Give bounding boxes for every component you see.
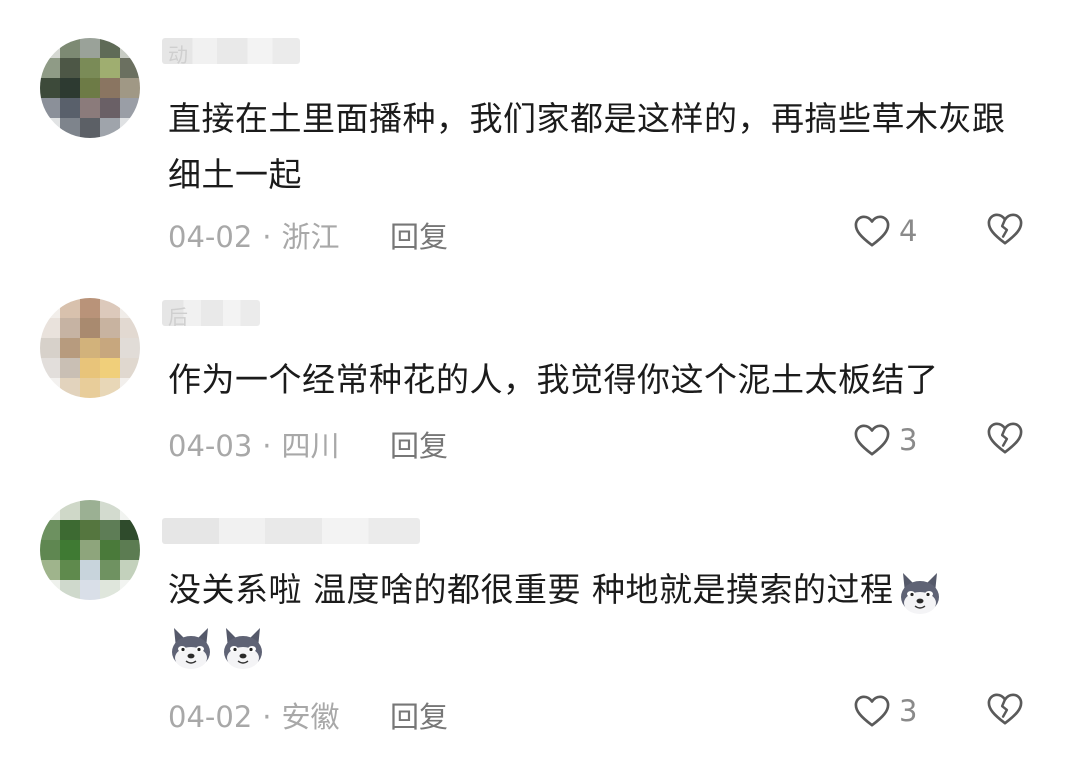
comment-text: 直接在土里面播种，我们家都是这样的，再搞些草木灰跟细土一起 <box>168 99 1006 194</box>
avatar[interactable] <box>40 298 140 398</box>
like-button[interactable]: 4 <box>853 211 933 251</box>
comment-item: 后 作为一个经常种花的人，我觉得你这个泥土太板结了 04-03 · 四川 回复 3 <box>0 298 1080 468</box>
heart-outline-icon <box>854 215 890 247</box>
comment-date: 04-03 <box>168 429 253 463</box>
like-count: 3 <box>899 694 918 728</box>
meta-separator: · <box>262 220 272 254</box>
comment-location: 四川 <box>281 429 340 463</box>
avatar[interactable] <box>40 38 140 138</box>
meta-separator: · <box>262 700 272 734</box>
comment-date: 04-02 <box>168 700 253 734</box>
like-button[interactable]: 3 <box>853 691 933 731</box>
meta-separator: · <box>262 429 272 463</box>
heart-outline-icon <box>854 695 890 727</box>
username-blurred[interactable]: 后 <box>162 300 260 329</box>
like-count: 3 <box>899 423 918 457</box>
comment-location: 浙江 <box>281 220 340 254</box>
reply-button[interactable]: 回复 <box>390 423 448 465</box>
broken-heart-icon <box>987 693 1023 725</box>
comment-location: 安徽 <box>281 700 340 734</box>
comment-meta: 04-02 · 浙江 回复 <box>168 214 568 256</box>
reply-button[interactable]: 回复 <box>390 694 448 736</box>
broken-heart-icon <box>987 213 1023 245</box>
husky-dog-emoji-icon <box>166 622 216 672</box>
comment-meta: 04-02 · 安徽 回复 <box>168 694 568 736</box>
like-button[interactable]: 3 <box>853 420 933 460</box>
husky-dog-emoji-icon <box>218 622 268 672</box>
comment-item: 没关系啦 温度啥的都很重要 种地就是摸索的过程 04-02 · 安徽 回复 3 <box>0 498 1080 748</box>
username-blurred[interactable]: 动 <box>162 38 300 67</box>
comment-text: 没关系啦 温度啥的都很重要 种地就是摸索的过程 <box>168 562 998 618</box>
dislike-button[interactable] <box>986 420 1026 460</box>
like-count: 4 <box>899 214 918 248</box>
avatar[interactable] <box>40 500 140 600</box>
broken-heart-icon <box>987 422 1023 454</box>
comment-text: 作为一个经常种花的人，我觉得你这个泥土太板结了 <box>168 360 939 399</box>
emoji-row <box>166 622 268 672</box>
comment-meta: 04-03 · 四川 回复 <box>168 423 568 465</box>
dislike-button[interactable] <box>986 211 1026 251</box>
username-hint: 动 <box>168 43 188 67</box>
comment-item: 动 直接在土里面播种，我们家都是这样的，再搞些草木灰跟细土一起 04-02 · 浙江… <box>0 38 1080 258</box>
husky-dog-emoji-icon <box>895 567 945 617</box>
comment-date: 04-02 <box>168 220 253 254</box>
username-blurred[interactable] <box>162 518 420 544</box>
dislike-button[interactable] <box>986 691 1026 731</box>
comment-text-body: 没关系啦 温度啥的都很重要 种地就是摸索的过程 <box>168 570 894 609</box>
reply-button[interactable]: 回复 <box>390 214 448 256</box>
heart-outline-icon <box>854 424 890 456</box>
username-hint: 后 <box>168 305 188 329</box>
